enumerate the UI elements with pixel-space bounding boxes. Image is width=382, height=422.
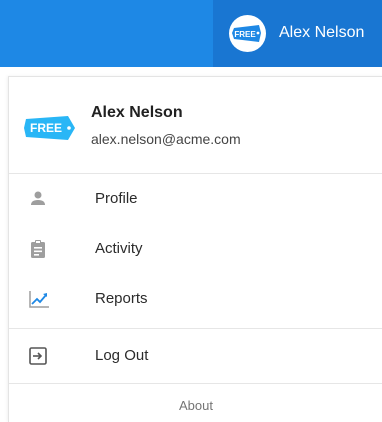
menu-item-label: Profile	[95, 190, 138, 207]
free-badge-icon: FREE	[232, 25, 261, 42]
user-menu-toggle[interactable]: FREE Alex Nelson	[213, 0, 382, 67]
dropdown-user-email: alex.nelson@acme.com	[91, 131, 241, 147]
avatar: FREE	[229, 15, 266, 52]
menu-item-activity[interactable]: Activity	[9, 226, 382, 272]
divider	[9, 173, 382, 174]
menu-item-logout[interactable]: Log Out	[9, 333, 382, 379]
person-icon	[31, 191, 45, 205]
clipboard-icon	[31, 240, 45, 258]
dropdown-user-name: Alex Nelson	[91, 104, 183, 121]
menu-item-label: Activity	[95, 240, 143, 257]
logout-icon	[29, 347, 47, 365]
line-chart-icon	[29, 291, 49, 308]
svg-text:FREE: FREE	[30, 121, 62, 135]
svg-text:FREE: FREE	[234, 30, 256, 39]
menu-item-profile[interactable]: Profile	[9, 176, 382, 222]
free-badge-icon: FREE	[24, 116, 75, 140]
divider	[9, 328, 382, 329]
menu-item-label: Reports	[95, 290, 148, 307]
divider	[9, 383, 382, 384]
user-dropdown-menu: FREE Alex Nelson alex.nelson@acme.com Pr…	[8, 76, 382, 422]
top-app-bar: FREE Alex Nelson	[0, 0, 382, 67]
menu-item-reports[interactable]: Reports	[9, 276, 382, 322]
menu-item-label: Log Out	[95, 347, 149, 364]
topbar-user-name: Alex Nelson	[279, 24, 365, 41]
about-link[interactable]: About	[9, 398, 382, 413]
